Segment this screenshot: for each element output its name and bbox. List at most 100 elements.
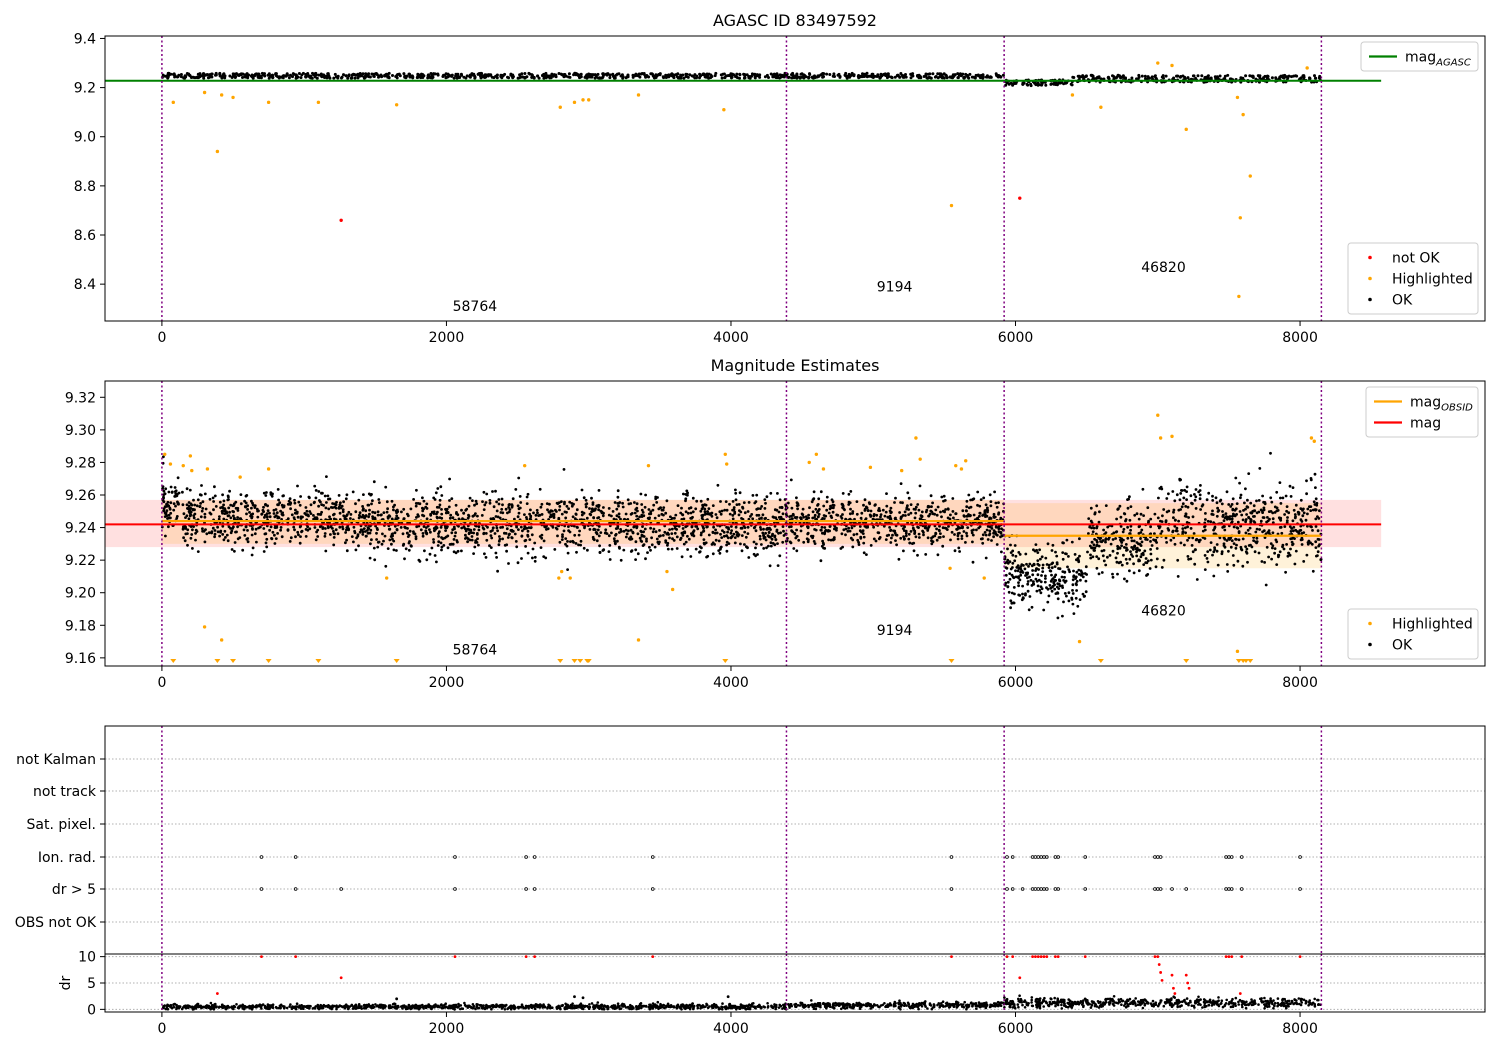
estimates-ok-point (754, 529, 758, 533)
estimates-ok-point (846, 529, 850, 533)
estimates-ok-point (929, 494, 933, 498)
estimates-ok-point (562, 468, 566, 471)
estimates-ok-point (213, 485, 216, 489)
estimates-ok-point (1257, 510, 1261, 514)
estimates-ok-point (575, 525, 579, 529)
estimates-ok-point (869, 509, 873, 513)
estimates-ok-point (533, 559, 537, 563)
estimates-ok-point (208, 497, 212, 501)
estimates-ok-point (1061, 570, 1065, 573)
agasc-ok-point (1258, 76, 1262, 80)
estimates-ok-point (432, 538, 435, 541)
estimates-ok-point (1061, 541, 1065, 545)
estimates-ok-point (682, 542, 686, 546)
estimates-ok-point (1173, 518, 1177, 522)
estimates-ok-point (345, 493, 349, 497)
estimates-ok-point (186, 543, 189, 547)
estimates-ok-point (689, 555, 693, 558)
estimates-ok-point (164, 534, 167, 538)
estimates-ok-point (665, 499, 669, 503)
agasc-ok-point (1084, 74, 1088, 78)
agasc-x-tick-label: 4000 (713, 330, 749, 346)
estimates-ok-point (1129, 505, 1133, 508)
estimates-ok-point (262, 550, 266, 553)
estimates-ok-point (218, 500, 222, 504)
estimates-ok-point (567, 507, 570, 510)
agasc-ok-point (314, 71, 318, 75)
estimates-ok-point (645, 539, 648, 543)
estimates-ok-point (971, 497, 975, 501)
estimates-ok-point (368, 512, 371, 516)
estimates-ok-point (702, 530, 705, 533)
estimates-ok-point (500, 497, 504, 501)
estimates-ok-point (401, 532, 405, 536)
estimates-ok-point (1041, 570, 1045, 573)
estimates-ok-point (629, 512, 633, 516)
estimates-ok-point (526, 529, 530, 533)
estimates-ok-point (1149, 540, 1152, 543)
estimates-ok-point (270, 494, 274, 498)
estimates-ok-point (1289, 495, 1293, 498)
estimates-ok-point (1061, 557, 1065, 561)
estimates-ok-point (1226, 515, 1229, 519)
estimates-ok-point (1138, 559, 1141, 563)
estimates-ok-point (1092, 543, 1096, 547)
estimates-ok-point (222, 499, 226, 503)
estimates-ok-point (1139, 537, 1142, 540)
estimates-ok-point (983, 531, 987, 534)
estimates-ok-point (698, 550, 702, 553)
estimates-ok-point (421, 534, 425, 538)
estimates-ok-point (414, 535, 418, 539)
estimates-ok-point (440, 536, 443, 539)
estimates-ok-point (762, 536, 766, 540)
estimates-ok-point (763, 498, 767, 501)
estimates-ok-point (234, 506, 238, 510)
estimates-ok-point (391, 537, 394, 541)
estimates-ok-point (436, 544, 440, 547)
estimates-ok-point (1225, 563, 1229, 566)
estimates-ok-point (1074, 575, 1078, 579)
estimates-ok-point (617, 512, 621, 516)
estimates-ok-point (428, 552, 432, 556)
estimates-ok-point (229, 527, 232, 530)
estimates-ok-point (196, 550, 200, 553)
estimates-ok-point (616, 489, 620, 493)
agasc-highlighted-point (316, 100, 321, 105)
agasc-highlighted-point (266, 100, 271, 105)
estimates-ok-point (706, 510, 709, 513)
estimates-ok-point (827, 538, 830, 542)
estimates-ok-point (934, 531, 938, 535)
estimates-ok-point (936, 553, 940, 557)
agasc-ok-point (844, 74, 847, 78)
agasc-ok-point (962, 76, 966, 80)
estimates-ok-point (262, 491, 266, 495)
estimates-ok-point (516, 504, 520, 508)
estimates-ok-point (473, 545, 477, 549)
estimates-ok-point (1055, 554, 1059, 558)
estimates-ok-point (660, 512, 664, 516)
estimates-ok-point (223, 529, 227, 533)
estimates-ok-point (580, 513, 584, 517)
estimates-ok-point (1123, 512, 1127, 516)
estimates-ok-point (1128, 569, 1131, 573)
estimates-ok-point (825, 508, 829, 512)
estimates-ok-point (908, 541, 912, 545)
estimates-ok-point (588, 507, 591, 510)
estimates-ok-point (345, 538, 348, 542)
estimates-ok-point (1043, 580, 1047, 584)
estimates-ok-point (1137, 517, 1141, 521)
estimates-ok-point (407, 548, 411, 552)
estimates-ok-point (1270, 500, 1274, 504)
estimates-ok-point (276, 488, 280, 491)
estimates-ok-point (1149, 517, 1153, 521)
estimates-ok-point (214, 505, 218, 508)
estimates-ok-point (1245, 513, 1248, 516)
estimates-ok-point (1016, 564, 1020, 567)
agasc-ok-point (574, 73, 578, 77)
estimates-ok-point (1181, 530, 1185, 533)
estimates-ok-point (885, 504, 889, 508)
estimates-ok-point (1076, 604, 1080, 608)
estimates-ok-point (916, 503, 920, 506)
estimates-ok-point (448, 516, 452, 520)
estimates-ok-point (760, 543, 763, 546)
